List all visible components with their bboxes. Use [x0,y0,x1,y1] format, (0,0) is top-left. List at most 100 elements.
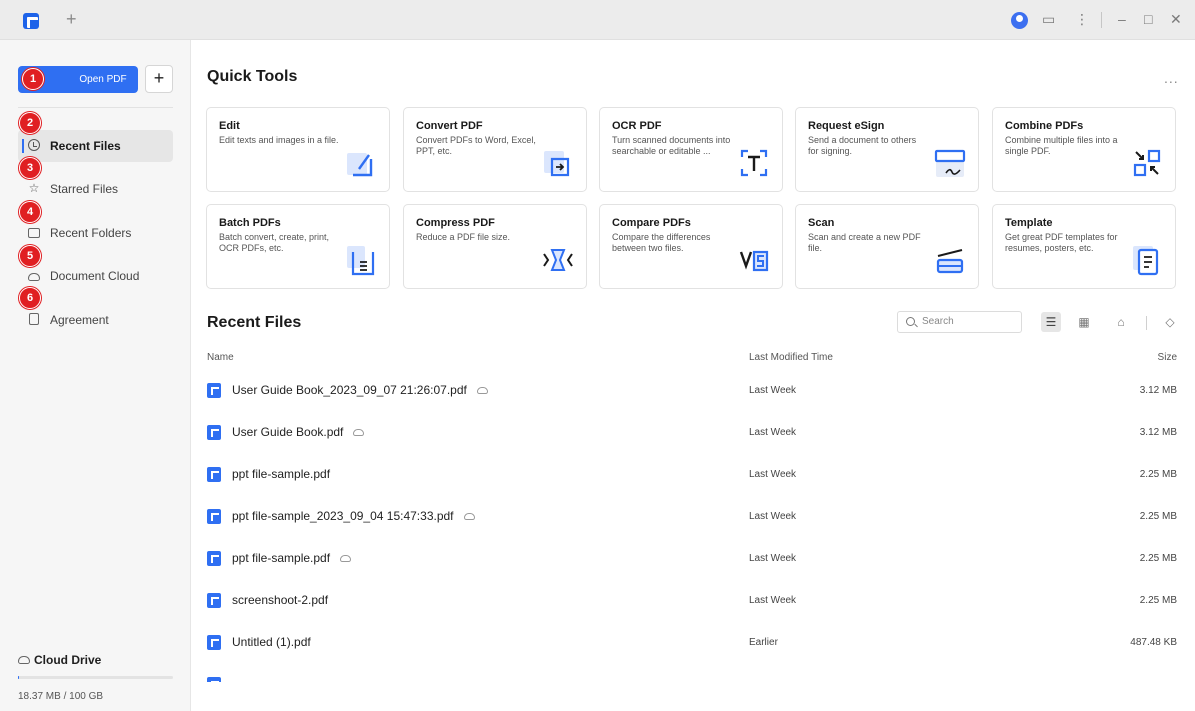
sidebar-item-starred-files[interactable]: ☆ Starred Files [18,173,173,205]
tool-name: Request eSign [808,120,885,132]
file-name-text: ppt file-sample.pdf [232,551,331,565]
file-modified-time: Last Week [749,427,797,438]
more-menu-icon[interactable]: ⋮ [1075,10,1089,28]
tool-desc: Edit texts and images in a file. [219,135,339,145]
sidebar-item-agreement[interactable]: Agreement [18,304,173,336]
scan-icon [936,249,964,274]
file-name: User Guide Book_2023_09_07 21:26:07.pdf [232,383,488,397]
new-tab-button[interactable]: + [66,9,77,29]
search-input[interactable]: Search [897,311,1022,333]
pdf-file-icon [207,467,221,482]
tool-desc: Get great PDF templates for resumes, pos… [1005,232,1118,253]
file-size: 2.25 MB [1139,595,1177,606]
sidebar-item-label: Document Cloud [50,269,140,283]
tool-name: Combine PDFs [1005,120,1084,132]
tool-card-template[interactable]: Template Get great PDF templates for res… [992,204,1176,289]
tool-card-edit[interactable]: Edit Edit texts and images in a file. [206,107,390,192]
list-view-icon[interactable]: ☰ [1041,312,1061,332]
account-avatar-icon[interactable] [1011,12,1028,29]
tool-card-convert-pdf[interactable]: Convert PDF Convert PDFs to Word, Excel,… [403,107,587,192]
file-row[interactable]: User Guide Book_2023_09_07 21:26:07.pdf L… [207,371,1177,411]
step-badge-1: 1 [22,68,44,90]
recent-files-title: Recent Files [207,314,302,331]
file-row[interactable]: User Guide Book.pdf Last Week 3.12 MB [207,413,1177,453]
tool-card-combine-pdfs[interactable]: Combine PDFs Combine multiple files into… [992,107,1176,192]
folder-icon [28,228,40,238]
minimize-button[interactable]: – [1118,10,1126,28]
tool-card-request-esign[interactable]: Request eSign Send a document to others … [795,107,979,192]
file-row[interactable]: ppt file-sample.pdf Last Week 2.25 MB [207,455,1177,495]
cloud-sync-icon [353,429,365,437]
file-size: 487.48 KB [1130,637,1177,648]
column-header-name[interactable]: Name [207,352,234,363]
cloud-drive-label: Cloud Drive [34,653,102,667]
storage-progress-fill [18,676,19,679]
file-name: Untitled (1).pdf [232,635,311,649]
tool-card-batch-pdfs[interactable]: Batch PDFs Batch convert, create, print,… [206,204,390,289]
sidebar-item-label: Recent Files [50,139,121,153]
file-row[interactable]: Untitled (1).pdf Earlier 487.48 KB [207,623,1177,663]
ocr-icon [740,149,768,177]
file-name: ppt file-sample.pdf [232,467,330,481]
title-bar: + ▭ ⋮ – □ ✕ [0,0,1195,40]
tool-name: Scan [808,217,835,229]
tool-card-scan[interactable]: Scan Scan and create a new PDF file. [795,204,979,289]
tool-desc: Reduce a PDF file size. [416,232,511,242]
app-logo-icon[interactable] [23,13,39,29]
column-header-size[interactable]: Size [1100,352,1177,363]
file-size: 2.25 MB [1139,553,1177,564]
file-row[interactable]: screenshoot-2.pdf Last Week 2.25 MB [207,581,1177,621]
step-badge-5: 5 [19,245,41,267]
file-row[interactable]: ppt file-sample.pdf Last Week 2.25 MB [207,539,1177,579]
file-modified-time: Earlier [749,637,778,648]
sidebar: Open PDF + 1 Recent Files 2 ☆ Starred Fi… [0,40,191,711]
file-name-text: User Guide Book.pdf [232,425,344,439]
file-name-text: screenshoot-2.pdf [232,593,329,607]
tool-card-ocr-pdf[interactable]: OCR PDF Turn scanned documents into sear… [599,107,783,192]
tool-card-compare-pdfs[interactable]: Compare PDFs Compare the differences bet… [599,204,783,289]
tool-card-compress-pdf[interactable]: Compress PDF Reduce a PDF file size. [403,204,587,289]
close-button[interactable]: ✕ [1170,10,1182,28]
file-modified-time: Last Week [749,553,797,564]
pdf-file-icon [207,509,221,524]
cloud-sync-icon [463,513,475,521]
maximize-button[interactable]: □ [1144,10,1152,28]
file-modified-time: Last Week [749,595,797,606]
batch-icon [347,246,375,276]
pdf-file-icon [207,635,221,650]
tool-desc: Convert PDFs to Word, Excel, PPT, etc. [416,135,536,156]
clock-icon [28,139,40,151]
file-row[interactable]: ppt file-sample_2023_09_04 15:47:33.pdf L… [207,497,1177,537]
cloud-icon [18,656,30,664]
sidebar-item-recent-files[interactable]: Recent Files [18,130,173,162]
grid-view-icon[interactable]: ▦ [1074,312,1094,332]
cloud-drive-link[interactable]: Cloud Drive [18,653,101,667]
refresh-icon[interactable]: ◇ [1160,312,1180,332]
file-modified-time: Last Week [749,385,797,396]
file-row-partial[interactable] [207,665,1177,682]
pdf-file-icon [207,677,221,682]
star-icon: ☆ [28,181,40,195]
file-name-text: ppt file-sample.pdf [232,467,331,481]
file-size: 3.12 MB [1139,427,1177,438]
file-modified-time: Last Week [749,469,797,480]
delete-icon[interactable]: ⌂ [1111,312,1131,332]
add-file-button[interactable]: + [145,65,173,93]
tool-name: Convert PDF [416,120,483,132]
column-header-time[interactable]: Last Modified Time [749,352,833,363]
edit-icon [347,153,373,177]
cloud-sync-icon [476,387,488,395]
file-name: ppt file-sample.pdf [232,551,352,565]
convert-icon [544,151,570,177]
quick-tools-more-button[interactable]: ... [1164,70,1179,86]
file-size: 3.12 MB [1139,385,1177,396]
toolbar-divider [1146,316,1147,330]
sidebar-item-recent-folders[interactable]: Recent Folders [18,217,173,249]
storage-progress-bar [18,676,173,679]
pdf-file-icon [207,551,221,566]
chat-icon[interactable]: ▭ [1042,10,1055,28]
file-name: User Guide Book.pdf [232,425,365,439]
sidebar-item-document-cloud[interactable]: Document Cloud [18,260,173,292]
step-badge-6: 6 [19,287,41,309]
storage-usage-text: 18.37 MB / 100 GB [18,691,104,702]
